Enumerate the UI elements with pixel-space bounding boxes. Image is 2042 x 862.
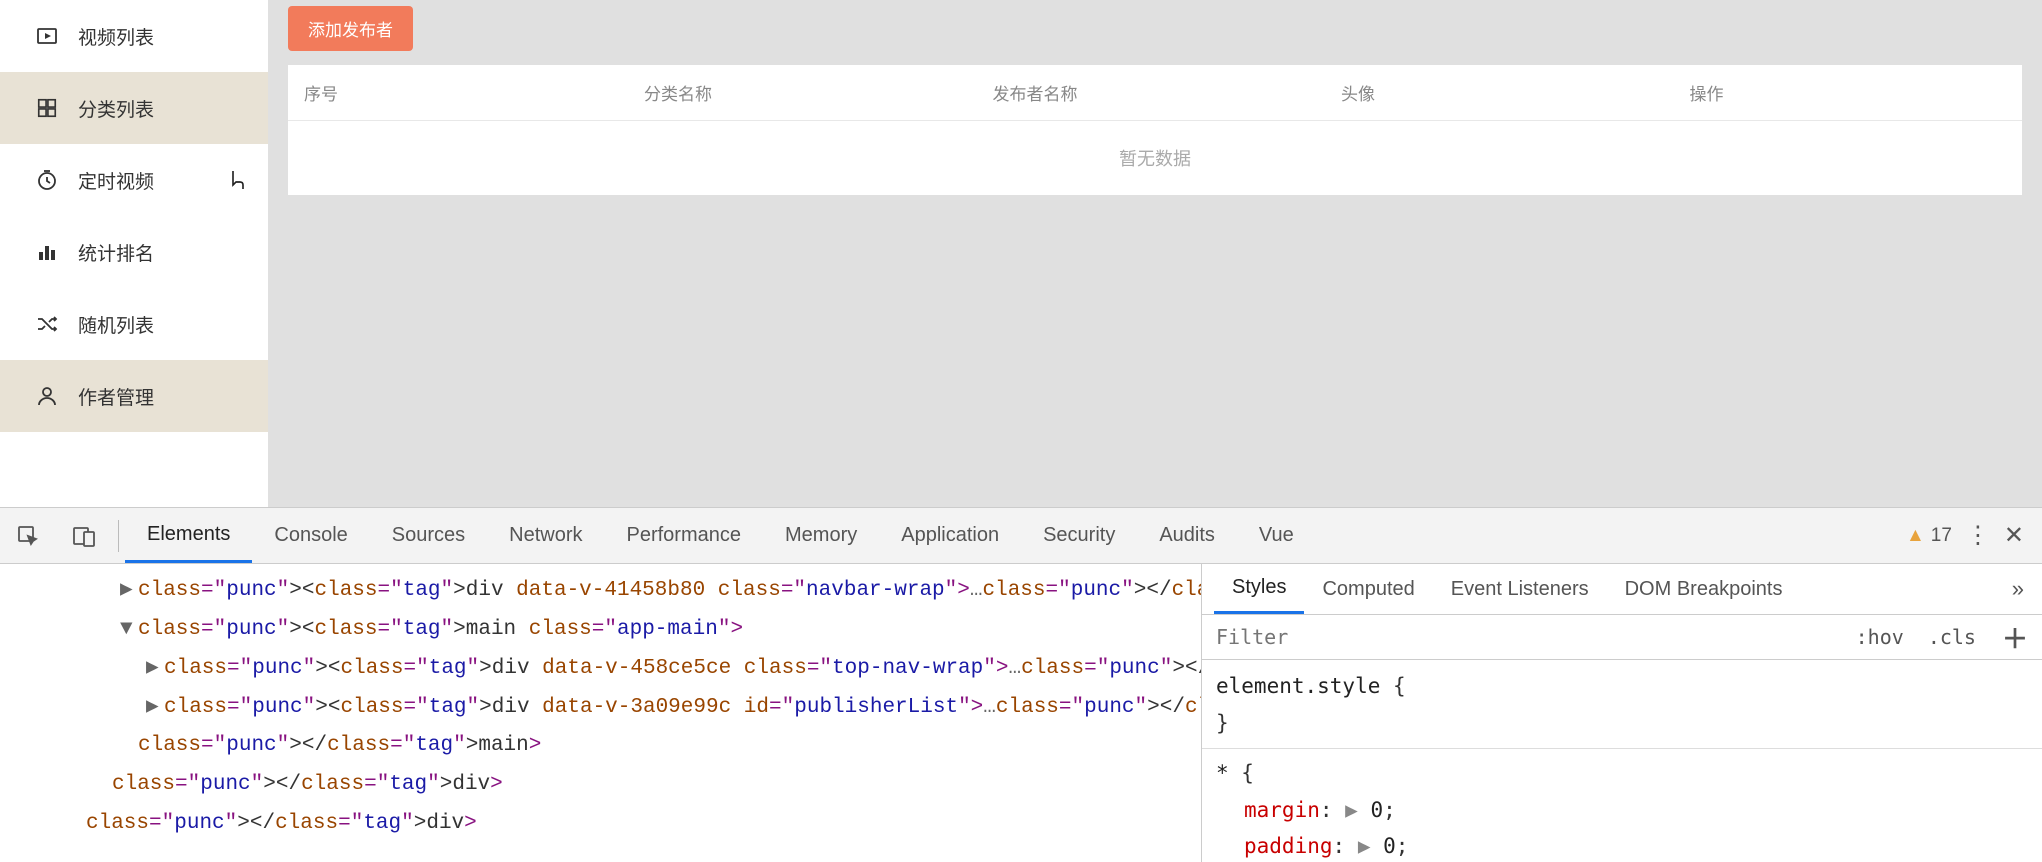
main-content: 添加发布者 序号 分类名称 发布者名称 头像 操作 暂无数据 — [268, 0, 2042, 507]
tab-performance[interactable]: Performance — [605, 508, 764, 563]
sidebar-item-label: 定时视频 — [78, 167, 154, 194]
tab-network[interactable]: Network — [487, 508, 604, 563]
tab-application[interactable]: Application — [879, 508, 1021, 563]
styles-panel: Styles Computed Event Listeners DOM Brea… — [1202, 564, 2042, 862]
sidebar-item-author-manage[interactable]: 作者管理 — [0, 360, 268, 432]
devtools-toolbar: Elements Console Sources Network Perform… — [0, 508, 2042, 564]
tab-audits[interactable]: Audits — [1137, 508, 1237, 563]
elements-dom-tree[interactable]: ▶class="punc"><class="tag">div data-v-41… — [0, 564, 1202, 862]
person-icon — [34, 383, 60, 409]
devtools-panel: Elements Console Sources Network Perform… — [0, 508, 2042, 862]
grid-icon — [34, 95, 60, 121]
sidebar-item-label: 统计排名 — [78, 239, 154, 266]
shuffle-icon — [34, 311, 60, 337]
add-publisher-button[interactable]: 添加发布者 — [288, 6, 413, 51]
styles-filter-input[interactable] — [1202, 615, 1844, 659]
clock-icon — [34, 167, 60, 193]
sidebar-item-label: 视频列表 — [78, 23, 154, 50]
table-header: 序号 分类名称 发布者名称 头像 操作 — [288, 65, 2022, 121]
tab-security[interactable]: Security — [1021, 508, 1137, 563]
sidebar-item-category-list[interactable]: 分类列表 — [0, 72, 268, 144]
col-actions: 操作 — [1674, 80, 2023, 105]
sidebar-item-label: 分类列表 — [78, 95, 154, 122]
warnings-indicator[interactable]: ▲ 17 — [1906, 525, 1952, 547]
sidebar-item-label: 作者管理 — [78, 383, 154, 410]
new-style-rule-button[interactable]: ＋ — [1988, 619, 2042, 656]
stab-computed[interactable]: Computed — [1304, 564, 1432, 614]
tab-elements[interactable]: Elements — [125, 508, 252, 563]
warning-count: 17 — [1931, 525, 1952, 547]
warning-triangle-icon: ▲ — [1906, 525, 1925, 547]
toolbar-separator — [118, 520, 119, 552]
hov-toggle[interactable]: :hov — [1844, 625, 1916, 649]
css-rules[interactable]: element.style {}* {margin: ▶ 0;padding: … — [1202, 660, 2042, 862]
stab-event-listeners[interactable]: Event Listeners — [1433, 564, 1607, 614]
devtools-body: ▶class="punc"><class="tag">div data-v-41… — [0, 564, 2042, 862]
sidebar-item-random-list[interactable]: 随机列表 — [0, 288, 268, 360]
devtools-menu-button[interactable]: ⋮ — [1966, 521, 1990, 550]
sidebar-item-stats-ranking[interactable]: 统计排名 — [0, 216, 268, 288]
stab-styles[interactable]: Styles — [1214, 564, 1304, 614]
col-avatar: 头像 — [1325, 80, 1674, 105]
tab-memory[interactable]: Memory — [763, 508, 879, 563]
device-toggle-button[interactable] — [56, 508, 112, 564]
sidebar-item-video-list[interactable]: 视频列表 — [0, 0, 268, 72]
stab-dom-breakpoints[interactable]: DOM Breakpoints — [1607, 564, 1801, 614]
bar-chart-icon — [34, 239, 60, 265]
stab-more-icon[interactable]: » — [2012, 576, 2030, 602]
col-category: 分类名称 — [628, 80, 977, 105]
sidebar-item-scheduled-video[interactable]: 定时视频 — [0, 144, 268, 216]
styles-panel-tabs: Styles Computed Event Listeners DOM Brea… — [1202, 564, 2042, 615]
tab-vue[interactable]: Vue — [1237, 508, 1316, 563]
inspect-element-button[interactable] — [0, 508, 56, 564]
tab-console[interactable]: Console — [252, 508, 369, 563]
play-box-icon — [34, 23, 60, 49]
app-window: 视频列表 分类列表 定时视频 统计排名 随机列表 — [0, 0, 2042, 508]
devtools-close-button[interactable]: ✕ — [2004, 521, 2024, 550]
col-publisher: 发布者名称 — [977, 80, 1326, 105]
col-index: 序号 — [288, 80, 628, 105]
sidebar-item-label: 随机列表 — [78, 311, 154, 338]
devtools-tabs: Elements Console Sources Network Perform… — [125, 508, 1906, 563]
tab-sources[interactable]: Sources — [370, 508, 487, 563]
cls-toggle[interactable]: .cls — [1916, 625, 1988, 649]
styles-filter-bar: :hov .cls ＋ — [1202, 615, 2042, 660]
devtools-toolbar-right: ▲ 17 ⋮ ✕ — [1906, 521, 2042, 550]
sidebar: 视频列表 分类列表 定时视频 统计排名 随机列表 — [0, 0, 268, 507]
table-empty-text: 暂无数据 — [288, 121, 2022, 195]
